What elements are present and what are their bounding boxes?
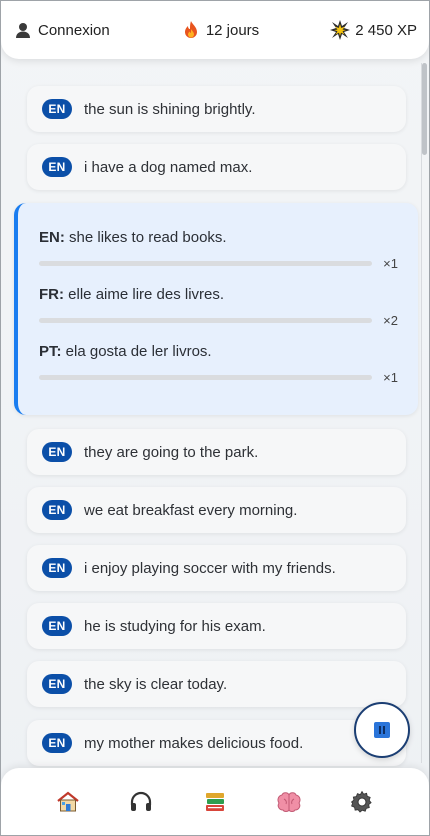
pause-button[interactable] xyxy=(354,702,410,758)
lang-badge: EN xyxy=(42,157,72,177)
phrase-text: my mother makes delicious food. xyxy=(84,734,304,752)
xp-label: 2 450 XP xyxy=(355,21,417,39)
phrase-text: i enjoy playing soccer with my friends. xyxy=(84,559,336,577)
lang-badge: EN xyxy=(42,442,72,462)
nav-settings[interactable] xyxy=(347,787,377,817)
lang-badge: EN xyxy=(42,500,72,520)
streak-label: 12 jours xyxy=(205,21,260,39)
phrase-text: i have a dog named max. xyxy=(84,158,253,176)
lang-badge: EN xyxy=(42,616,72,636)
translation-row: FR: elle aime lire des livres. ×2 xyxy=(39,286,398,343)
expanded-phrase-card[interactable]: EN: she likes to read books. ×1 FR: elle… xyxy=(14,203,418,415)
phrase-text: he is studying for his exam. xyxy=(84,617,266,635)
phrase-card[interactable]: EN i enjoy playing soccer with my friend… xyxy=(27,545,406,591)
phrase-text: we eat breakfast every morning. xyxy=(84,501,298,519)
streak-indicator: 12 jours xyxy=(181,20,259,40)
bottom-nav xyxy=(1,768,429,835)
phrase-card[interactable]: EN the sky is clear today. xyxy=(27,661,406,707)
translation-row: EN: she likes to read books. ×1 xyxy=(39,229,398,286)
login-label: Connexion xyxy=(38,21,110,39)
phrase-card[interactable]: EN i have a dog named max. xyxy=(27,144,406,190)
progress-bar xyxy=(39,261,372,266)
phrase-text: the sun is shining brightly. xyxy=(84,100,256,118)
burst-icon xyxy=(330,20,351,40)
translation-lang: EN: xyxy=(39,229,65,246)
phrase-card[interactable]: EN they are going to the park. xyxy=(27,429,406,475)
phrase-card[interactable]: EN he is studying for his exam. xyxy=(27,603,406,649)
login-button[interactable]: Connexion xyxy=(13,20,110,40)
phrase-text: they are going to the park. xyxy=(84,443,259,461)
phrase-card[interactable]: EN we eat breakfast every morning. xyxy=(27,487,406,533)
scrollbar-track[interactable] xyxy=(421,63,428,763)
xp-indicator: 2 450 XP xyxy=(330,20,417,40)
lang-badge: EN xyxy=(42,674,72,694)
fire-icon xyxy=(181,20,201,40)
phrase-text: the sky is clear today. xyxy=(84,675,228,693)
nav-home[interactable] xyxy=(53,787,83,817)
gear-icon xyxy=(351,790,372,813)
nav-listen[interactable] xyxy=(126,787,156,817)
translation-lang: FR: xyxy=(39,286,64,303)
translation-text: elle aime lire des livres. xyxy=(68,286,225,303)
translation-lang: PT: xyxy=(39,343,62,360)
phrase-card[interactable]: EN the sun is shining brightly. xyxy=(27,86,406,132)
scrollbar-thumb[interactable] xyxy=(422,63,427,155)
translation-text: she likes to read books. xyxy=(69,229,227,246)
user-icon xyxy=(13,20,33,40)
app-frame: Connexion 12 jours 2 450 XP EN the sun i… xyxy=(0,0,430,836)
translation-row: PT: ela gosta de ler livros. ×1 xyxy=(39,343,398,400)
headphones-icon xyxy=(131,791,152,811)
top-bar: Connexion 12 jours 2 450 XP xyxy=(1,1,429,59)
progress-bar xyxy=(39,318,372,323)
translation-text: ela gosta de ler livros. xyxy=(65,343,212,360)
brain-icon xyxy=(277,792,301,812)
lang-badge: EN xyxy=(42,99,72,119)
books-icon xyxy=(205,793,224,811)
home-icon xyxy=(57,791,79,812)
nav-library[interactable] xyxy=(200,787,230,817)
repeat-count: ×2 xyxy=(383,313,398,328)
pause-icon xyxy=(374,722,390,738)
lang-badge: EN xyxy=(42,733,72,753)
repeat-count: ×1 xyxy=(383,370,398,385)
nav-brain[interactable] xyxy=(274,787,304,817)
lang-badge: EN xyxy=(42,558,72,578)
repeat-count: ×1 xyxy=(383,256,398,271)
progress-bar xyxy=(39,375,372,380)
phrase-card[interactable]: EN my mother makes delicious food. xyxy=(27,720,406,766)
